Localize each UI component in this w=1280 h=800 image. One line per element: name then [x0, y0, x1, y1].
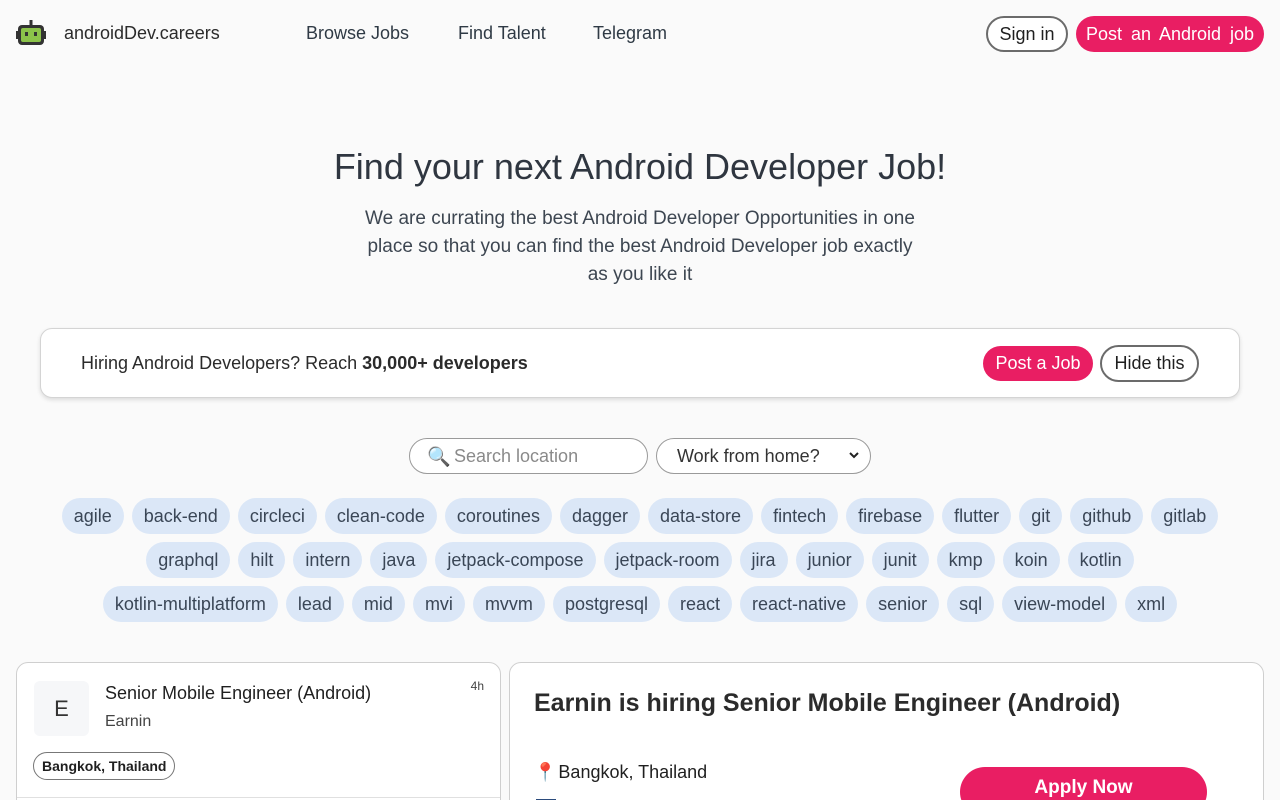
- tag-chip-react[interactable]: react: [668, 586, 733, 622]
- nav-find-talent[interactable]: Find Talent: [458, 23, 546, 44]
- tag-chip-coroutines[interactable]: coroutines: [444, 498, 552, 534]
- tag-chip-dagger[interactable]: dagger: [559, 498, 641, 534]
- job-card[interactable]: E Senior Mobile Engineer (Android) Earni…: [16, 662, 501, 800]
- sign-in-button[interactable]: Sign in: [986, 16, 1068, 52]
- search-icon: 🔍: [427, 447, 451, 468]
- detail-title: Earnin is hiring Senior Mobile Engineer …: [534, 689, 1121, 717]
- tag-row: kotlin-multiplatform lead mid mvi mvvm postgr…: [0, 586, 1280, 622]
- tag-chip-kmp[interactable]: kmp: [936, 542, 995, 578]
- tag-chip-mvvm[interactable]: mvvm: [472, 586, 545, 622]
- tag-chip-view-model[interactable]: view-model: [1002, 586, 1118, 622]
- tag-chip-kotlin[interactable]: kotlin: [1067, 542, 1134, 578]
- tag-chip-postgresql[interactable]: postgresql: [552, 586, 660, 622]
- tag-chip-firebase[interactable]: firebase: [846, 498, 935, 534]
- tag-chip-java[interactable]: java: [370, 542, 428, 578]
- tag-chip-fintech[interactable]: fintech: [761, 498, 839, 534]
- location-search[interactable]: 🔍: [409, 438, 648, 474]
- tag-chip-mid[interactable]: mid: [351, 586, 405, 622]
- chevron-down-icon: [849, 452, 859, 459]
- search-location-input[interactable]: [454, 443, 634, 469]
- tag-chip-jira[interactable]: jira: [739, 542, 788, 578]
- tag-chip-kotlin-multiplatform[interactable]: kotlin-multiplatform: [102, 586, 278, 622]
- tag-chip-lead[interactable]: lead: [285, 586, 344, 622]
- tag-chip-sql[interactable]: sql: [947, 586, 995, 622]
- company-avatar: E: [34, 681, 89, 736]
- tag-chip-graphql[interactable]: graphql: [146, 542, 231, 578]
- detail-location-text: Bangkok, Thailand: [558, 762, 708, 782]
- tag-chip-circleci[interactable]: circleci: [237, 498, 317, 534]
- hide-banner-button[interactable]: Hide this: [1100, 345, 1199, 382]
- tag-chip-back-end[interactable]: back-end: [131, 498, 230, 534]
- job-location-badge: Bangkok, Thailand: [33, 752, 176, 780]
- tag-row: graphql hilt intern java jetpack-compose jetp…: [0, 542, 1280, 578]
- tag-chip-intern[interactable]: intern: [293, 542, 363, 578]
- tag-chip-react-native[interactable]: react-native: [740, 586, 859, 622]
- nav-browse-jobs[interactable]: Browse Jobs: [306, 23, 409, 44]
- page-title: Find your next Android Developer Job!: [333, 146, 947, 187]
- tag-chip-senior[interactable]: senior: [866, 586, 940, 622]
- job-age: 4h: [470, 679, 484, 693]
- tag-chip-github[interactable]: github: [1070, 498, 1144, 534]
- hiring-banner: Hiring Android Developers? Reach 30,000+…: [40, 328, 1240, 398]
- tag-chip-data-store[interactable]: data-store: [648, 498, 754, 534]
- tag-chip-junior[interactable]: junior: [795, 542, 864, 578]
- tag-chip-jetpack-room[interactable]: jetpack-room: [603, 542, 732, 578]
- tag-chip-gitlab[interactable]: gitlab: [1151, 498, 1219, 534]
- nav-telegram[interactable]: Telegram: [593, 23, 667, 44]
- tag-chip-mvi[interactable]: mvi: [412, 586, 465, 622]
- site-logo-text[interactable]: androidDev.careers: [64, 23, 220, 44]
- divider: [17, 797, 500, 798]
- tag-chip-junit[interactable]: junit: [871, 542, 929, 578]
- android-robot-icon[interactable]: [16, 20, 46, 48]
- tag-row: agile back-end circleci clean-code coroutine…: [0, 498, 1280, 534]
- banner-text-bold: 30,000+ developers: [362, 353, 528, 373]
- tag-chip-clean-code[interactable]: clean-code: [324, 498, 437, 534]
- page-subtitle: We are currating the best Android Develo…: [365, 208, 915, 285]
- map-pin-icon: 📍: [534, 762, 557, 782]
- job-title[interactable]: Senior Mobile Engineer (Android): [105, 683, 371, 704]
- job-detail-panel: Earnin is hiring Senior Mobile Engineer …: [509, 662, 1264, 800]
- post-android-job-button[interactable]: Post an Android job: [1076, 16, 1264, 52]
- tag-chip-xml[interactable]: xml: [1125, 586, 1178, 622]
- tag-chip-jetpack-compose[interactable]: jetpack-compose: [435, 542, 596, 578]
- banner-text-prefix: Hiring Android Developers? Reach: [81, 353, 363, 373]
- job-company: Earnin: [105, 713, 152, 730]
- work-from-home-select[interactable]: Work from home?: [656, 438, 871, 474]
- detail-location: 📍 Bangkok, Thailand: [534, 762, 707, 783]
- post-a-job-button[interactable]: Post a Job: [983, 346, 1093, 381]
- banner-text: Hiring Android Developers? Reach 30,000+…: [81, 353, 528, 374]
- tag-chip-git[interactable]: git: [1019, 498, 1063, 534]
- tag-chip-flutter[interactable]: flutter: [942, 498, 1012, 534]
- work-from-home-value: Work from home?: [677, 445, 820, 466]
- tag-chip-koin[interactable]: koin: [1002, 542, 1060, 578]
- tag-chip-hilt[interactable]: hilt: [238, 542, 286, 578]
- apply-now-button[interactable]: Apply Now: [960, 767, 1207, 800]
- tag-chip-agile[interactable]: agile: [61, 498, 124, 534]
- site-header: androidDev.careers Browse Jobs Find Tale…: [0, 0, 1280, 68]
